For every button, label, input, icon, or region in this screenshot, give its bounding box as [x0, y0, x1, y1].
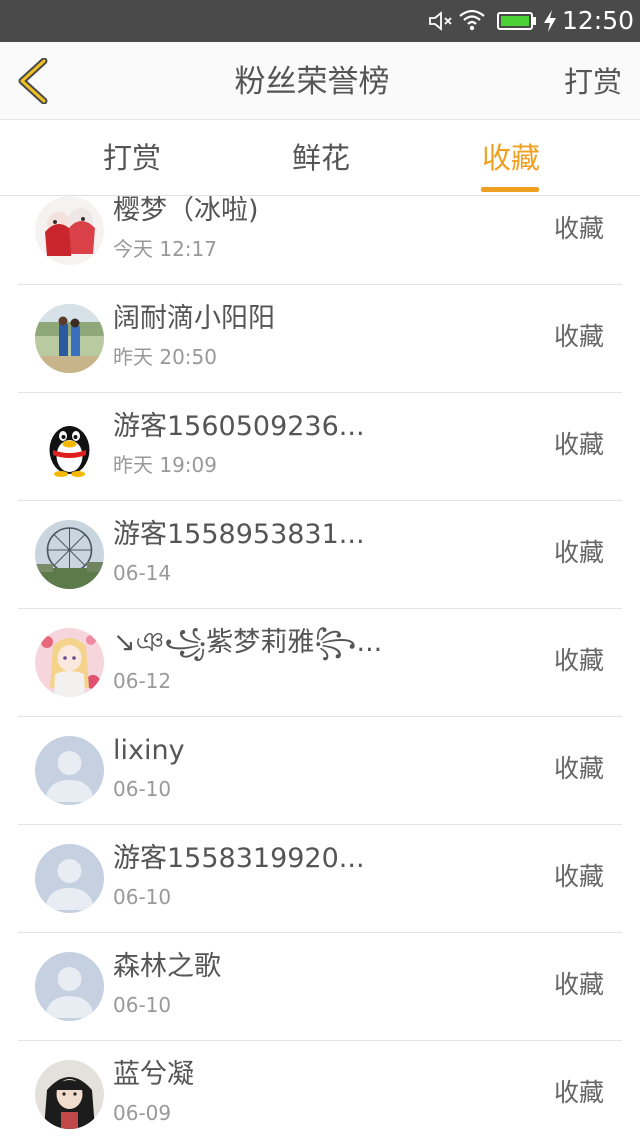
- fan-name: 森林之歌: [113, 951, 221, 982]
- anime-pink-avatar: [35, 628, 104, 697]
- fan-name: 游客1558953831...: [113, 519, 365, 550]
- wifi-icon: [459, 9, 485, 31]
- tab-favorites[interactable]: 收藏: [482, 138, 540, 178]
- fan-action: 收藏: [553, 322, 604, 351]
- fan-name: 蓝兮凝: [113, 1059, 194, 1090]
- fan-action: 收藏: [553, 538, 604, 567]
- tab-reward[interactable]: 打赏: [103, 138, 161, 178]
- fan-time: 06-12: [113, 669, 172, 693]
- fan-time: 06-09: [113, 1101, 172, 1125]
- list-item[interactable]: 阔耐滴小阳阳 昨天 20:50 收藏: [18, 285, 622, 393]
- fan-time: 06-14: [113, 561, 172, 585]
- fan-name: 游客1558319920...: [113, 843, 365, 874]
- status-bar: 12:50: [0, 0, 640, 42]
- fan-name: lixiny: [113, 735, 185, 766]
- qq-penguin-avatar: [35, 412, 104, 481]
- fan-name: 游客1560509236...: [113, 411, 365, 442]
- mute-icon: [429, 11, 452, 31]
- list-item[interactable]: 蓝兮凝 06-09 收藏: [18, 1041, 622, 1138]
- fan-name: 阔耐滴小阳阳: [113, 303, 275, 334]
- fan-action: 收藏: [553, 430, 604, 459]
- list-item[interactable]: 游客1558953831... 06-14 收藏: [18, 501, 622, 609]
- fan-time: 今天 12:17: [113, 237, 217, 261]
- list-item[interactable]: lixiny 06-10 收藏: [18, 717, 622, 825]
- fan-action: 收藏: [553, 970, 604, 999]
- list-item[interactable]: 游客1558319920... 06-10 收藏: [18, 825, 622, 933]
- list-item[interactable]: 游客1560509236... 昨天 19:09 收藏: [18, 393, 622, 501]
- fan-name: ↘ঞ꧁紫梦莉雅꧂...: [113, 627, 383, 658]
- fan-action: 收藏: [553, 214, 604, 243]
- status-time: 12:50: [562, 6, 635, 35]
- nav-bar: 粉丝荣誉榜 打赏: [0, 42, 640, 120]
- fan-time: 昨天 20:50: [113, 345, 217, 369]
- default-user-avatar: [35, 844, 104, 913]
- list-item[interactable]: ↘ঞ꧁紫梦莉雅꧂... 06-12 收藏: [18, 609, 622, 717]
- fan-action: 收藏: [553, 862, 604, 891]
- tab-bar: 打赏 鲜花 收藏: [0, 120, 640, 196]
- charging-icon: [544, 10, 556, 32]
- list-item[interactable]: 森林之歌 06-10 收藏: [18, 933, 622, 1041]
- reward-link[interactable]: 打赏: [564, 62, 622, 102]
- active-tab-indicator: [481, 187, 539, 192]
- photo-couple-avatar: [35, 304, 104, 373]
- anime-girls-avatar: [35, 196, 104, 265]
- fan-time: 06-10: [113, 885, 172, 909]
- fan-list[interactable]: 樱梦（冰啦) 今天 12:17 收藏 阔耐滴小阳阳 昨天 20:50 收藏 游客…: [0, 196, 640, 1138]
- photo-girl-avatar: [35, 1060, 104, 1129]
- fan-time: 昨天 19:09: [113, 453, 217, 477]
- fan-action: 收藏: [553, 754, 604, 783]
- page-title: 粉丝荣誉榜: [234, 64, 390, 100]
- fan-action: 收藏: [553, 1078, 604, 1107]
- list-item[interactable]: 樱梦（冰啦) 今天 12:17 收藏: [18, 196, 622, 285]
- default-user-avatar: [35, 736, 104, 805]
- default-user-avatar: [35, 952, 104, 1021]
- battery-icon: [497, 12, 536, 30]
- ferris-wheel-avatar: [35, 520, 104, 589]
- fan-name: 樱梦（冰啦): [113, 196, 259, 226]
- fan-time: 06-10: [113, 993, 172, 1017]
- fan-time: 06-10: [113, 777, 172, 801]
- tab-flowers[interactable]: 鲜花: [292, 138, 350, 178]
- fan-action: 收藏: [553, 646, 604, 675]
